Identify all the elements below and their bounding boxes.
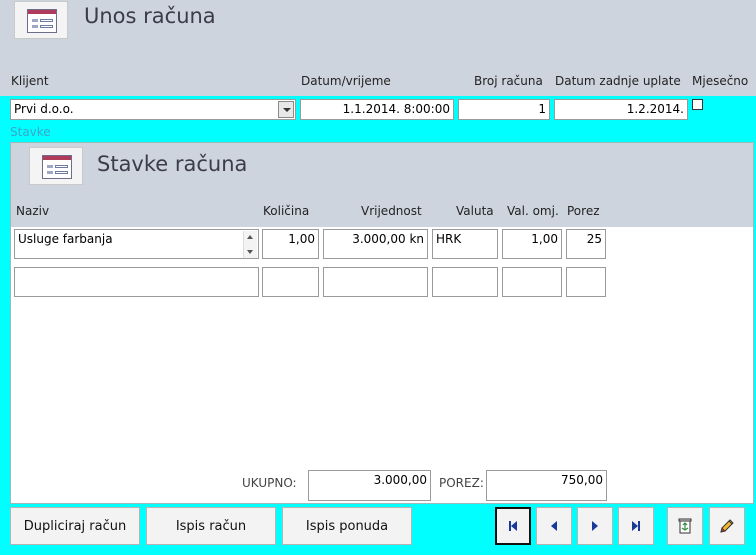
form-icon (14, 1, 68, 39)
row2-vrijednost[interactable] (323, 267, 428, 297)
first-record-icon (509, 521, 517, 531)
stavke-subform: Stavke računa Naziv Količina Vrijednost … (10, 142, 754, 504)
datum-field[interactable]: 1.1.2014. 8:00:00 (300, 99, 454, 120)
row1-vrijednost[interactable]: 3.000,00 kn (323, 229, 428, 259)
label-klijent: Klijent (11, 74, 49, 88)
recycle-bin-icon (678, 518, 692, 534)
broj-field[interactable]: 1 (458, 99, 550, 120)
klijent-combobox[interactable]: Prvi d.o.o. (10, 99, 296, 120)
col-valomj: Val. omj. (507, 204, 559, 218)
porez-field: 750,00 (486, 470, 607, 501)
dropdown-arrow-icon[interactable] (278, 101, 294, 118)
edit-button[interactable] (709, 507, 745, 545)
previous-record-icon (551, 521, 557, 531)
last-record-icon (632, 521, 640, 531)
pencil-icon (720, 519, 734, 533)
row1-naziv-value: Usluge farbanja (18, 232, 113, 246)
datum-uplate-field[interactable]: 1.2.2014. (554, 99, 688, 120)
ponuda-button[interactable]: Ispis ponuda (282, 507, 412, 545)
naziv-scrollbar[interactable] (243, 231, 257, 258)
scroll-down-icon[interactable] (247, 250, 253, 254)
col-vrijednost: Vrijednost (361, 204, 422, 218)
label-datum: Datum/vrijeme (301, 74, 391, 88)
form-header: Unos računa Klijent Datum/vrijeme Broj r… (0, 0, 756, 96)
subform-header: Stavke računa Naziv Količina Vrijednost … (11, 143, 753, 227)
col-porez: Porez (567, 204, 600, 218)
last-record-button[interactable] (618, 507, 654, 545)
ispis-button[interactable]: Ispis račun (146, 507, 276, 545)
next-record-icon (592, 521, 598, 531)
row1-kolicina[interactable]: 1,00 (262, 229, 319, 259)
ukupno-label: UKUPNO: (242, 476, 297, 490)
klijent-value: Prvi d.o.o. (14, 102, 74, 116)
label-broj: Broj računa (474, 74, 543, 88)
scroll-up-icon[interactable] (247, 235, 253, 239)
subform-icon (29, 147, 83, 185)
label-datum-uplate: Datum zadnje uplate (555, 74, 681, 88)
row2-kolicina[interactable] (262, 267, 319, 297)
row1-valomj[interactable]: 1,00 (502, 229, 562, 259)
col-valuta: Valuta (456, 204, 494, 218)
col-naziv: Naziv (16, 204, 50, 218)
porez-label: POREZ: (439, 476, 484, 490)
row2-naziv[interactable] (14, 267, 259, 297)
label-mjesecno: Mjesečno (692, 74, 749, 88)
row2-valuta[interactable] (432, 267, 498, 297)
row2-porez[interactable] (566, 267, 606, 297)
form-title: Unos računa (84, 4, 216, 28)
col-kolicina: Količina (263, 204, 310, 218)
previous-record-button[interactable] (536, 507, 572, 545)
dupliciraj-button[interactable]: Dupliciraj račun (10, 507, 140, 545)
mjesecno-checkbox[interactable] (692, 99, 703, 110)
row1-naziv[interactable]: Usluge farbanja (14, 229, 259, 259)
delete-button[interactable] (667, 507, 703, 545)
label-stavke: Stavke (10, 125, 51, 139)
row1-valuta[interactable]: HRK (432, 229, 498, 259)
next-record-button[interactable] (577, 507, 613, 545)
ukupno-field: 3.000,00 (308, 470, 431, 501)
row2-valomj[interactable] (502, 267, 562, 297)
row1-porez[interactable]: 25 (566, 229, 606, 259)
first-record-button[interactable] (495, 507, 531, 545)
subform-title: Stavke računa (97, 152, 248, 176)
